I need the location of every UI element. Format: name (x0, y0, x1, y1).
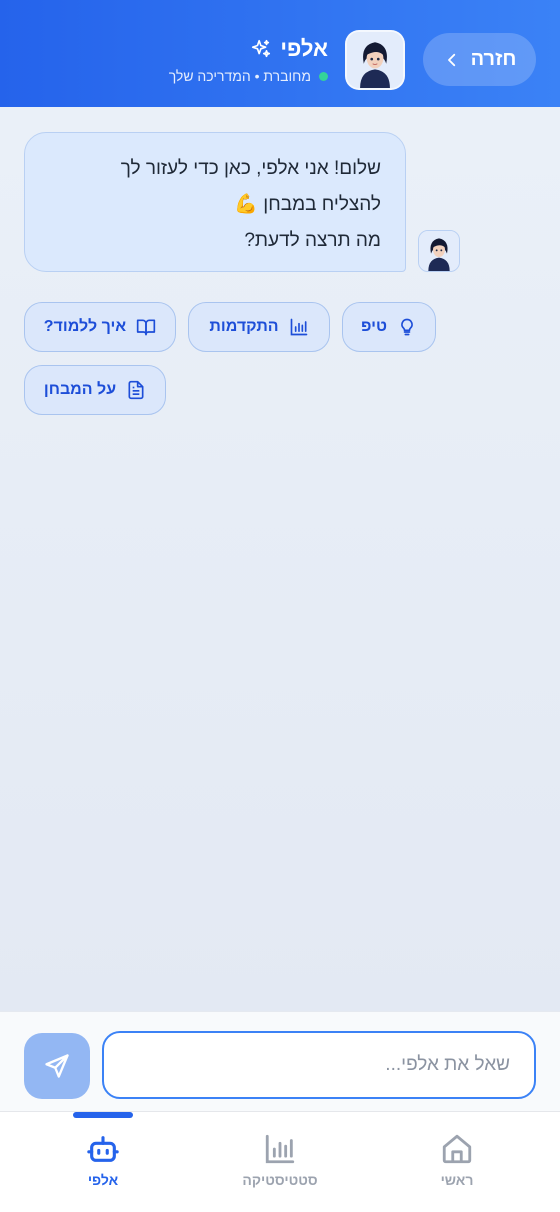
quick-reply-label: התקדמות (209, 318, 279, 335)
message-line: מה תרצה לדעת? (244, 230, 381, 251)
chat-area: שלום! אני אלפי, כאן כדי לעזור לך להצליח … (0, 107, 560, 1011)
back-label: חזרה (470, 48, 517, 70)
app-root: חזרה אלפי מחוברת • המדריכה שלך שלום! אני… (0, 0, 560, 1212)
quick-reply-progress[interactable]: התקדמות (188, 302, 330, 352)
avatar-image (419, 231, 459, 271)
back-button[interactable]: חזרה (423, 33, 536, 86)
sparkles-icon (252, 39, 271, 58)
message-line: שלום! אני אלפי, כאן כדי לעזור לך (120, 158, 381, 179)
bot-name: אלפי (280, 36, 328, 61)
nav-label: אלפי (87, 1172, 119, 1188)
send-icon (45, 1054, 69, 1078)
avatar-image (347, 32, 403, 88)
message-avatar (418, 230, 460, 272)
active-tab-indicator (73, 1112, 133, 1118)
header: חזרה אלפי מחוברת • המדריכה שלך (0, 0, 560, 107)
home-icon (442, 1134, 472, 1164)
bar-chart-icon (290, 318, 307, 336)
document-icon (128, 380, 144, 400)
chevron-left-icon (447, 53, 455, 66)
bot-avatar (345, 30, 405, 90)
status-line: מחוברת • המדריכה שלך (169, 68, 328, 84)
quick-reply-about-exam[interactable]: על המבחן (24, 365, 166, 415)
bot-name-title: אלפי (250, 36, 328, 62)
quick-reply-label: על המבחן (43, 381, 117, 398)
bottom-nav: ראשי סטטיסטיקה אלפי (0, 1111, 560, 1212)
stats-icon (265, 1134, 295, 1164)
send-button[interactable] (24, 1033, 90, 1099)
robot-icon (87, 1136, 119, 1162)
online-indicator (319, 71, 328, 81)
nav-label: ראשי (440, 1172, 474, 1188)
quick-reply-label: טיפ (361, 318, 387, 335)
quick-reply-how-to-study[interactable]: איך ללמוד? (24, 302, 176, 352)
nav-item-home[interactable]: ראשי (397, 1132, 517, 1202)
quick-reply-label: איך ללמוד? (43, 318, 127, 335)
nav-item-alpi[interactable]: אלפי (43, 1132, 163, 1202)
message-line: להצליח במבחן 💪 (234, 194, 381, 215)
chat-input[interactable] (102, 1031, 536, 1099)
message-input-bar (0, 1011, 560, 1111)
lightbulb-icon (401, 318, 413, 336)
quick-reply-tip[interactable]: טיפ (342, 302, 436, 352)
bot-message-bubble: שלום! אני אלפי, כאן כדי לעזור לך להצליח … (24, 132, 406, 272)
status-text: מחוברת • המדריכה שלך (168, 68, 311, 84)
book-icon (137, 319, 156, 336)
nav-item-stats[interactable]: סטטיסטיקה (220, 1132, 340, 1202)
nav-label: סטטיסטיקה (242, 1172, 318, 1188)
